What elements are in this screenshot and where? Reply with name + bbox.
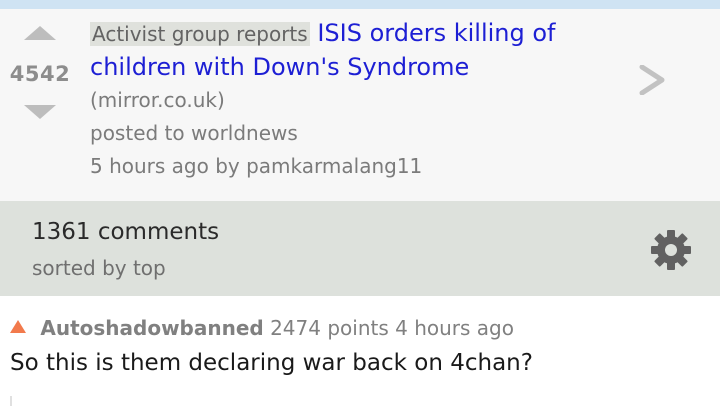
upvote-arrow-icon[interactable] [24,26,56,40]
thread-indent-line [10,396,12,406]
chevron-right-icon[interactable] [636,65,666,95]
comment-item[interactable]: Autoshadowbanned 2474 points 4 hours ago… [0,296,720,406]
downvote-arrow-icon[interactable] [24,105,56,119]
post-subreddit[interactable]: posted to worldnews [90,117,610,150]
comments-count: 1361 comments [32,219,220,245]
gear-icon[interactable] [650,229,692,271]
post-card[interactable]: 4542 Activist group reports ISIS orders … [0,9,720,201]
post-age: 5 hours ago [90,154,209,178]
comment-header: Autoshadowbanned 2474 points 4 hours ago [10,316,514,340]
post-byline: 5 hours ago by pamkarmalang11 [90,150,610,183]
vote-column: 4542 [0,9,80,201]
post-body: Activist group reports ISIS orders killi… [90,17,610,183]
post-score: 4542 [9,62,71,86]
upvoted-arrow-icon [10,320,26,333]
comments-header: 1361 comments sorted by top [0,201,720,296]
top-status-strip [0,0,720,9]
link-flair: Activist group reports [90,22,310,46]
comment-age: 4 hours ago [395,316,514,340]
post-domain[interactable]: (mirror.co.uk) [90,84,610,117]
comment-points: 2474 points [270,316,389,340]
post-author[interactable]: pamkarmalang11 [246,154,422,178]
by-label: by [215,154,240,178]
sort-order[interactable]: sorted by top [32,256,166,280]
comment-author[interactable]: Autoshadowbanned [40,316,263,340]
comment-text: So this is them declaring war back on 4c… [10,350,533,376]
post-title-line: Activist group reports ISIS orders killi… [90,17,610,84]
